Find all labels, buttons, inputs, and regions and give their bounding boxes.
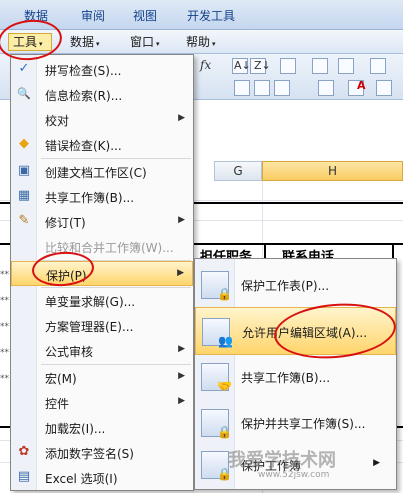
submenu-arrow-icon: ▶ — [177, 268, 184, 278]
menu-item-formula-auditing[interactable]: 公式审核 ▶ — [11, 338, 193, 363]
submenu-item-share-workbook[interactable]: 🤝 共享工作簿(B)... — [195, 353, 396, 401]
menu-item-scenario-manager[interactable]: 方案管理器(E)... — [11, 313, 193, 338]
menu-item-research[interactable]: 🔍 信息检索(R)... — [11, 82, 193, 107]
menu-item-add-ins[interactable]: 加载宏(I)... — [11, 415, 193, 440]
align-right-button[interactable] — [274, 80, 290, 96]
column-header-g[interactable]: G — [214, 161, 262, 181]
sort-za-icon: Z↓ — [254, 59, 271, 72]
font-color-button[interactable] — [376, 80, 392, 96]
menu-item-share-workbook[interactable]: ▦ 共享工作簿(B)... — [11, 184, 193, 209]
track-changes-icon: ✎ — [18, 213, 30, 228]
borders-button[interactable] — [318, 80, 334, 96]
menu-item-label: 共享工作簿(B)... — [45, 191, 135, 205]
watermark-text: 我爱学技术网 — [228, 450, 336, 471]
submenu-item-label: 保护工作表(P)... — [241, 279, 330, 293]
submenu-arrow-icon: ▶ — [178, 215, 185, 225]
font-color-icon: A — [357, 79, 366, 92]
menu-item-spelling[interactable]: ✓ 拼写检查(S)... — [11, 57, 193, 82]
cell-fragment: ** — [0, 322, 9, 332]
submenu-arrow-icon: ▶ — [178, 396, 185, 406]
protect-sheet-icon: 🔒 — [201, 271, 232, 301]
share-workbook-icon: ▦ — [17, 188, 31, 203]
ribbon-tab-view[interactable]: 视图 — [133, 7, 157, 24]
cell-fragment: ** — [0, 348, 9, 358]
menu-item-error-check[interactable]: ◆ 错误检查(K)... — [11, 132, 193, 157]
ribbon-tab-developer[interactable]: 开发工具 — [187, 7, 235, 24]
error-check-icon: ◆ — [19, 136, 29, 151]
menu-item-compare-merge: 比较和合并工作簿(W)... — [11, 234, 193, 259]
menu-item-label: 校对 — [45, 114, 70, 128]
submenu-item-label: 共享工作簿(B)... — [241, 371, 331, 385]
menu-item-excel-options[interactable]: ▤ Excel 选项(I) — [11, 465, 193, 490]
handshake-icon: 🤝 — [217, 379, 232, 393]
research-icon: 🔍 — [17, 87, 31, 100]
menu-item-label: 信息检索(R)... — [45, 89, 123, 103]
menu-item-macro[interactable]: 宏(M) ▶ — [11, 365, 193, 390]
column-header-h[interactable]: H — [262, 161, 403, 181]
menu-item-create-workspace[interactable]: ▣ 创建文档工作区(C) — [11, 159, 193, 184]
watermark-url: www.52jsw.com — [258, 470, 330, 480]
submenu-arrow-icon: ▶ — [178, 344, 185, 354]
menu-item-digital-signature[interactable]: ✿ 添加数字签名(S) — [11, 440, 193, 465]
menu-item-track-changes[interactable]: ✎ 修订(T) ▶ — [11, 209, 193, 234]
submenu-arrow-icon: ▶ — [178, 371, 185, 381]
allow-edit-ranges-icon: 👥 — [202, 318, 233, 348]
filter-button[interactable] — [280, 58, 296, 74]
menu-data[interactable]: 数据 ▾ — [66, 33, 104, 51]
submenu-item-label: 保护并共享工作簿(S)... — [241, 417, 366, 431]
submenu-item-protect-share-workbook[interactable]: 🔒 保护并共享工作簿(S)... — [195, 399, 396, 447]
menu-window[interactable]: 窗口 ▾ — [126, 33, 164, 51]
cell-fragment: ** — [0, 374, 9, 384]
menu-window-label: 窗口 — [130, 35, 155, 49]
spellcheck-icon: ✓ — [18, 61, 30, 76]
menu-item-label: 添加数字签名(S) — [45, 447, 134, 461]
menu-item-label: 拼写检查(S)... — [45, 64, 122, 78]
menu-item-label: 创建文档工作区(C) — [45, 166, 147, 180]
sort-az-icon: A↓ — [234, 59, 251, 72]
chevron-down-icon: ▾ — [96, 40, 100, 48]
menu-item-label: 错误检查(K)... — [45, 139, 122, 153]
align-left-button[interactable] — [234, 80, 250, 96]
menu-item-label: 单变量求解(G)... — [45, 295, 136, 309]
workspace-icon: ▣ — [17, 163, 31, 178]
menu-item-label: Excel 选项(I) — [45, 472, 118, 486]
submenu-arrow-icon: ▶ — [178, 113, 185, 123]
protect-workbook-icon: 🔒 — [201, 451, 232, 481]
lock-icon: 🔒 — [217, 287, 232, 301]
share-workbook-icon: 🤝 — [201, 363, 232, 393]
menu-item-label: 宏(M) — [45, 372, 77, 386]
grid-button[interactable] — [370, 58, 386, 74]
menu-data-label: 数据 — [70, 35, 95, 49]
protect-share-workbook-icon: 🔒 — [201, 409, 232, 439]
cell-fragment: ** — [0, 296, 9, 306]
align-center-button[interactable] — [254, 80, 270, 96]
menu-item-label: 控件 — [45, 397, 70, 411]
menu-item-label: 方案管理器(E)... — [45, 320, 134, 334]
menu-item-proofing[interactable]: 校对 ▶ — [11, 107, 193, 132]
chevron-down-icon: ▾ — [156, 40, 160, 48]
excel-options-icon: ▤ — [17, 469, 31, 484]
lock-icon: 🔒 — [217, 425, 232, 439]
menu-item-goal-seek[interactable]: 单变量求解(G)... — [11, 288, 193, 313]
chevron-down-icon: ▾ — [212, 40, 216, 48]
signature-icon: ✿ — [18, 444, 30, 459]
ribbon-tab-bar: 数据 审阅 视图 开发工具 — [0, 0, 403, 30]
cell-fragment: ** — [0, 270, 9, 280]
menu-help[interactable]: 帮助 ▾ — [182, 33, 220, 51]
function-icon[interactable]: fx — [200, 58, 211, 72]
menu-item-label: 加载宏(I)... — [45, 422, 106, 436]
ribbon-tab-review[interactable]: 审阅 — [81, 7, 105, 24]
drawing-button[interactable] — [338, 58, 354, 74]
chart-button[interactable] — [312, 58, 328, 74]
menu-item-label: 公式审核 — [45, 345, 94, 359]
menu-item-controls[interactable]: 控件 ▶ — [11, 390, 193, 415]
submenu-arrow-icon: ▶ — [373, 458, 380, 468]
users-icon: 👥 — [218, 334, 233, 348]
menu-help-label: 帮助 — [186, 35, 211, 49]
submenu-item-protect-sheet[interactable]: 🔒 保护工作表(P)... — [195, 261, 396, 309]
menu-item-label: 修订(T) — [45, 216, 86, 230]
